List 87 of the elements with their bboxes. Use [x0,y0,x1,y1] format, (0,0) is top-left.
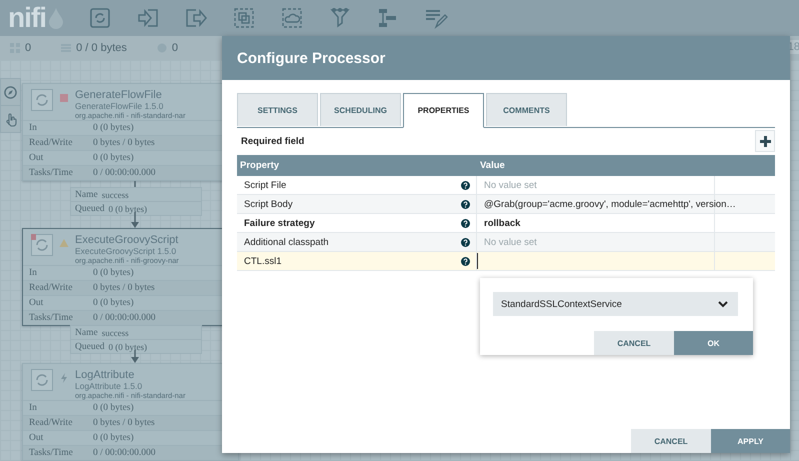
help-icon[interactable] [461,200,470,208]
stat-label: In [29,403,38,413]
connection-arrow [130,350,140,363]
help-icon[interactable] [461,218,470,228]
stat-label: Tasks/Time [29,313,74,323]
property-row[interactable]: Failure strategy rollback [237,214,775,233]
stat-label: Tasks/Time [29,448,74,458]
hand-icon[interactable] [4,112,18,126]
processor-name: ExecuteGroovyScript [75,234,179,246]
stat-value: 0 (0 bytes) [93,153,134,163]
help-icon[interactable] [461,238,470,246]
status-value: 0 [172,42,178,54]
connection-field-label: Name [75,328,98,338]
text-cursor [477,253,478,269]
property-row[interactable]: Script Body @Grab(group='acme.groovy', module='acmehttp', version… [237,195,775,214]
stat-value: 0 bytes / 0 bytes [93,138,155,148]
stat-value: 0 / 00:00:00.000 [93,313,156,323]
connection-field-label: Queued [75,342,105,352]
processor-name: LogAttribute [75,369,136,381]
stat-label: Out [29,153,44,163]
stat-value: 0 / 00:00:00.000 [93,168,156,178]
tab[interactable]: COMMENTS [486,93,567,126]
connection-field-label: Name [75,190,98,200]
property-name: Additional classpath [244,236,328,248]
property-placeholder[interactable]: No value set [484,180,537,190]
processor-type: LogAttribute 1.5.0 [75,381,144,391]
help-icon[interactable] [461,180,470,190]
connection-label[interactable]: Name success Queued 0 (0 bytes) [70,187,202,216]
tab[interactable]: SETTINGS [237,93,318,126]
cloud-box-icon[interactable] [280,6,304,30]
connection-name: success [102,190,129,200]
connection-arrow [130,212,140,228]
stat-label: Out [29,298,44,308]
connection-name: success [102,328,129,338]
property-name: CTL.ssl1 [244,256,282,266]
compass-icon[interactable] [4,86,17,98]
service-dropdown[interactable]: StandardSSLContextService [493,292,738,316]
funnel-icon[interactable] [328,6,352,30]
property-row[interactable]: Script File No value set [237,176,775,195]
apply-button[interactable]: APPLY [711,429,790,453]
plus-icon [760,136,770,146]
stat-label: In [29,268,38,278]
connection-label[interactable]: Name success Queued 0 (0 bytes) [70,325,202,354]
tab[interactable]: PROPERTIES [403,93,484,128]
required-field-note: Required field [240,136,304,146]
property-name: Script Body [244,198,293,210]
chevron-down-icon [718,300,728,308]
processor-type: GenerateFlowFile 1.5.0 [75,101,164,111]
status-value: 0 [25,42,32,54]
connection-queued: 0 (0 bytes) [108,342,148,352]
stat-value: 0 (0 bytes) [93,298,134,308]
stat-value: 0 bytes / 0 bytes [93,283,155,293]
column-header: Property [239,160,280,171]
circle-arrows-icon[interactable] [88,6,112,30]
stat-label: Read/Write [29,283,74,293]
ok-button[interactable]: OK [674,331,753,355]
stat-label: Read/Write [29,418,74,428]
stat-value: 0 (0 bytes) [93,433,134,443]
stat-label: Out [29,433,44,443]
processor-type: ExecuteGroovyScript 1.5.0 [75,246,178,256]
connection-queued: 0 (0 bytes) [108,204,148,214]
help-icon[interactable] [461,256,470,266]
property-name: Failure strategy [244,218,315,228]
stat-label: In [29,123,38,133]
stat-value: 0 (0 bytes) [93,123,134,133]
property-value[interactable]: @Grab(group='acme.groovy', module='acmehttp', version… [484,198,736,210]
stat-label: Tasks/Time [29,168,74,178]
property-row[interactable]: CTL.ssl1 [237,252,775,271]
connection-field-label: Queued [75,204,105,214]
property-value[interactable]: rollback [484,218,520,228]
add-property-button[interactable] [755,130,775,152]
dialog-title: Configure Processor [237,50,386,66]
stat-value: 0 (0 bytes) [93,268,134,278]
cancel-button[interactable]: CANCEL [594,331,674,355]
stat-label: Read/Write [29,138,74,148]
logo-text: nifi [8,3,46,33]
status-value: 0 / 0 bytes [76,42,127,54]
property-row[interactable]: Additional classpath No value set [237,233,775,252]
processor-name: GenerateFlowFile [75,89,163,101]
tab[interactable]: SCHEDULING [320,93,401,126]
property-name: Script File [244,180,286,190]
stat-value: 0 (0 bytes) [93,403,134,413]
column-header: Value [479,160,506,171]
stat-value: 0 bytes / 0 bytes [93,418,155,428]
cancel-button[interactable]: CANCEL [631,429,711,453]
stat-value: 0 / 00:00:00.000 [93,448,156,458]
nested-boxes-icon[interactable] [232,6,256,30]
